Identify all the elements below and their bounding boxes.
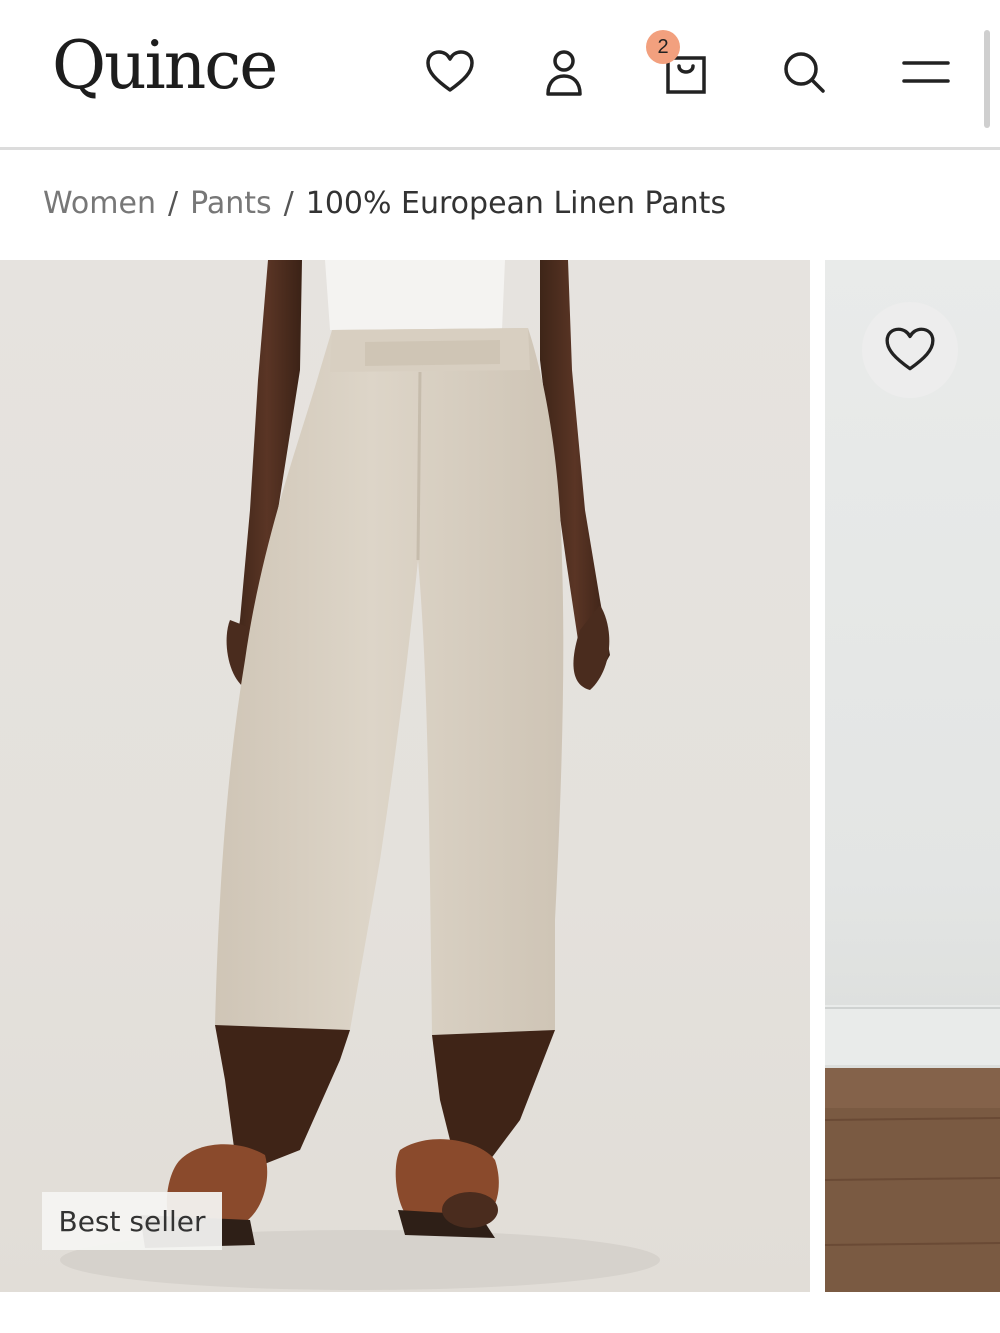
- product-photo-illustration: [60, 260, 660, 1290]
- site-header: Quince 2: [0, 0, 1000, 150]
- favorite-button[interactable]: [862, 302, 958, 398]
- menu-button[interactable]: [894, 40, 958, 104]
- product-gallery[interactable]: [0, 260, 1000, 1292]
- scrollbar[interactable]: [984, 30, 990, 128]
- breadcrumb-current: 100% European Linen Pants: [305, 186, 727, 221]
- search-icon: [784, 52, 825, 93]
- quince-logo[interactable]: Quince: [52, 26, 278, 106]
- heart-icon: [885, 327, 935, 371]
- product-image-secondary[interactable]: [825, 260, 1000, 1292]
- room-photo-illustration: [825, 1005, 1000, 1292]
- breadcrumb-women[interactable]: Women: [43, 186, 156, 221]
- heart-icon: [426, 50, 474, 92]
- account-icon: [546, 50, 582, 96]
- menu-icon: [902, 61, 950, 83]
- breadcrumb-pants[interactable]: Pants: [190, 186, 272, 221]
- wishlist-button[interactable]: [418, 40, 482, 104]
- breadcrumb: Women / Pants / 100% European Linen Pants: [43, 186, 726, 221]
- breadcrumb-separator: /: [167, 186, 179, 221]
- best-seller-badge: Best seller: [42, 1192, 222, 1250]
- search-button[interactable]: [772, 40, 836, 104]
- cart-count-badge: 2: [646, 30, 680, 64]
- product-image-main[interactable]: [0, 260, 810, 1292]
- account-button[interactable]: [532, 40, 596, 104]
- breadcrumb-separator: /: [283, 186, 294, 221]
